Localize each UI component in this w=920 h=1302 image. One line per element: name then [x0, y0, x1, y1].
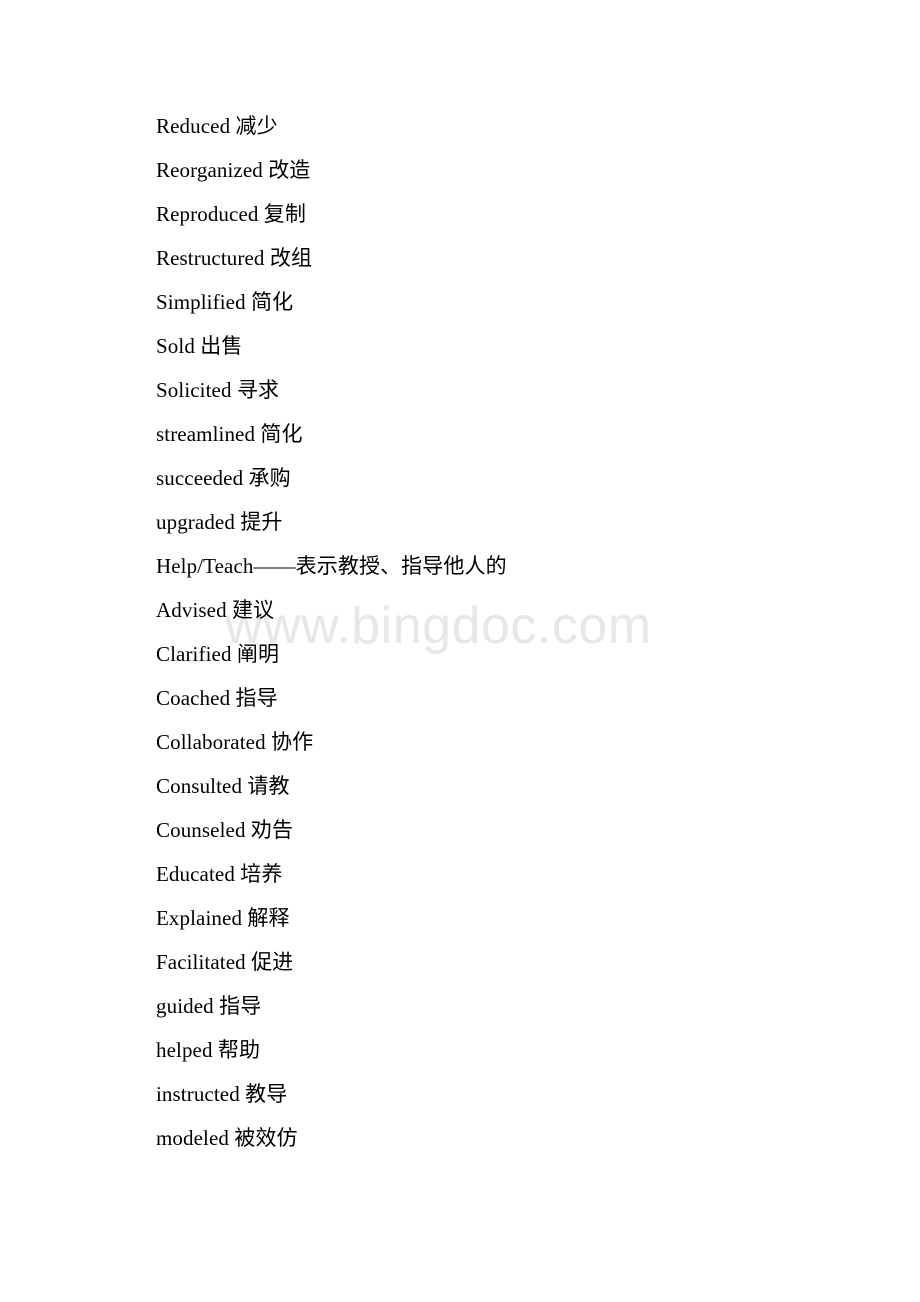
text-line: Advised 建议 — [156, 598, 275, 622]
text-line: Explained 解释 — [156, 906, 290, 930]
text-line: upgraded 提升 — [156, 510, 283, 534]
text-line: succeeded 承购 — [156, 466, 291, 490]
text-line: streamlined 简化 — [156, 422, 303, 446]
text-line: instructed 教导 — [156, 1082, 288, 1106]
text-line: Facilitated 促进 — [156, 950, 294, 974]
text-line: Reorganized 改造 — [156, 158, 311, 182]
text-line: Simplified 简化 — [156, 290, 294, 314]
text-line: Reduced 减少 — [156, 114, 278, 138]
text-line: Counseled 劝告 — [156, 818, 294, 842]
text-line: Clarified 阐明 — [156, 642, 280, 666]
text-line: guided 指导 — [156, 994, 262, 1018]
text-line: Solicited 寻求 — [156, 378, 280, 402]
text-line: modeled 被效仿 — [156, 1126, 298, 1150]
text-line: Reproduced 复制 — [156, 202, 307, 226]
document-page: www.bingdoc.com Reduced 减少 Reorganized 改… — [0, 0, 920, 1302]
text-line: Educated 培养 — [156, 862, 283, 886]
text-line: Restructured 改组 — [156, 246, 313, 270]
text-line-section-heading: Help/Teach——表示教授、指导他人的 — [156, 554, 507, 578]
text-line: helped 帮助 — [156, 1038, 261, 1062]
text-line: Sold 出售 — [156, 334, 243, 358]
text-line: Consulted 请教 — [156, 774, 290, 798]
text-line: Collaborated 协作 — [156, 730, 314, 754]
document-text-body: Reduced 减少 Reorganized 改造 Reproduced 复制 … — [156, 104, 880, 1160]
text-line: Coached 指导 — [156, 686, 278, 710]
